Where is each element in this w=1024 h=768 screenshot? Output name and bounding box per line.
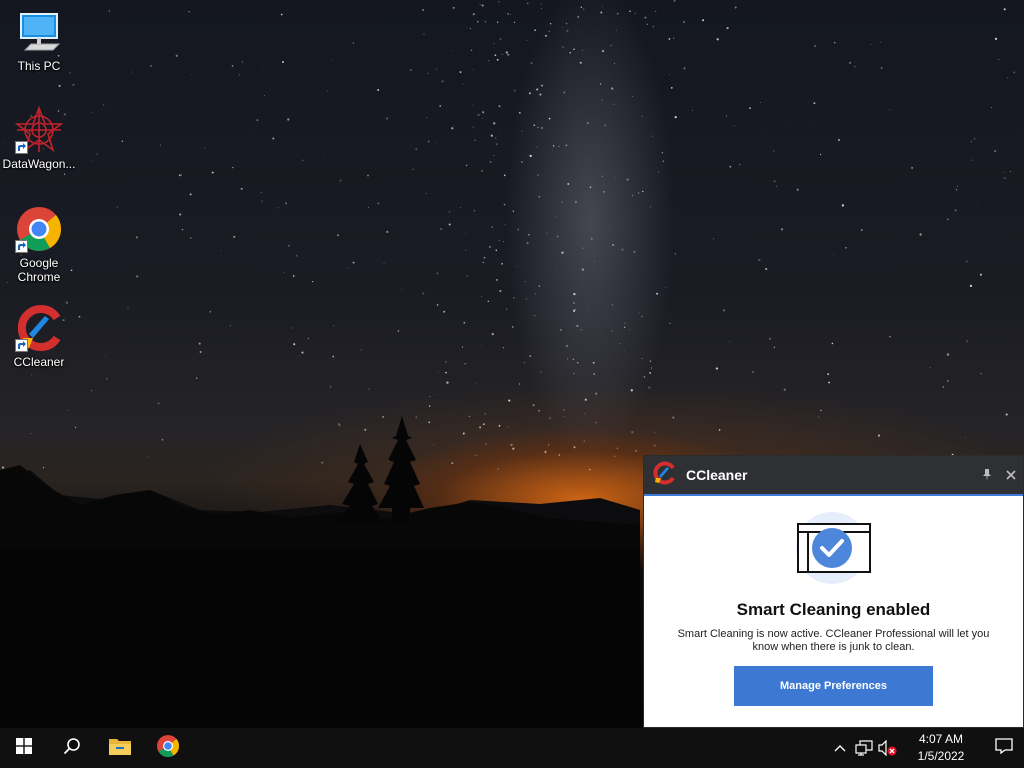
desktop-icon-datawagon[interactable]: DataWagon... [1,105,77,171]
shortcut-arrow-icon [15,339,28,352]
network-icon[interactable] [852,728,876,768]
desktop-icon-this-pc[interactable]: This PC [1,8,77,73]
notification-header: CCleaner [644,456,1023,496]
start-button[interactable] [0,728,48,768]
chrome-icon [15,205,63,253]
file-explorer-button[interactable] [96,728,144,768]
windows-start-icon [16,737,32,759]
chevron-up-icon[interactable] [828,728,852,768]
notification-app-name: CCleaner [686,467,748,483]
chrome-taskbar-button[interactable] [144,728,192,768]
clock-time: 4:07 AM [918,732,964,746]
desktop-icon-label: CCleaner [13,355,65,369]
ccleaner-notification: CCleaner Smart Cleaning enabled Smart Cl… [643,455,1024,728]
volume-muted-icon[interactable] [876,728,900,768]
ccleaner-logo-icon [652,461,676,490]
manage-preferences-button[interactable]: Manage Preferences [734,666,933,706]
notification-heading: Smart Cleaning enabled [736,600,931,619]
desktop-icon-label: Google Chrome [17,256,61,284]
datawagon-icon [14,105,64,154]
notification-icon [995,737,1013,759]
desktop-icon-google-chrome[interactable]: Google Chrome [1,205,77,284]
pin-icon[interactable] [975,463,999,487]
shortcut-arrow-icon [15,141,28,154]
taskbar: 4:07 AM 1/5/2022 [0,728,1024,768]
desktop-icon-label: DataWagon... [2,157,76,171]
file-explorer-icon [108,736,132,761]
action-center-button[interactable] [984,728,1024,768]
system-tray: 4:07 AM 1/5/2022 [828,728,1024,768]
close-icon[interactable] [999,463,1023,487]
desktop-icon-label: This PC [17,59,61,73]
ccleaner-icon [15,304,63,352]
chrome-icon [156,734,180,763]
smart-cleaning-illustration [794,512,874,584]
search-icon [63,737,81,760]
desktop-icon-ccleaner[interactable]: CCleaner [1,304,77,369]
clock-date: 1/5/2022 [917,749,965,763]
this-pc-icon [15,8,63,56]
shortcut-arrow-icon [15,240,28,253]
notification-message: Smart Cleaning is now active. CCleaner P… [677,628,990,653]
search-button[interactable] [48,728,96,768]
taskbar-clock[interactable]: 4:07 AM 1/5/2022 [902,728,980,768]
